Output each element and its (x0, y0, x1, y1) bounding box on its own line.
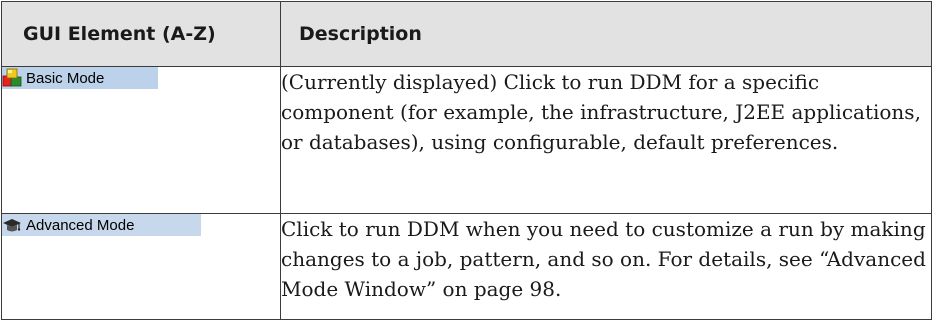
basic-mode-button[interactable]: Basic Mode (2, 67, 158, 89)
advanced-mode-label: Advanced Mode (26, 216, 135, 234)
advanced-mode-button[interactable]: Advanced Mode (2, 214, 201, 236)
description-cell: (Currently displayed) Click to run DDM f… (280, 66, 932, 214)
description-cell: Click to run DDM when you need to custom… (280, 213, 932, 320)
header-description: Description (280, 1, 932, 67)
gui-element-cell: Advanced Mode (1, 213, 281, 320)
graduation-cap-icon (2, 215, 22, 235)
table-row: Advanced Mode Click to run DDM when you … (1, 213, 932, 320)
gui-element-cell: Basic Mode (1, 66, 281, 214)
table-header-row: GUI Element (A-Z) Description (1, 1, 932, 67)
gui-element-table: GUI Element (A-Z) Description Basic Mode (1, 1, 932, 320)
colored-blocks-icon (2, 68, 22, 88)
table-row: Basic Mode (Currently displayed) Click t… (1, 66, 932, 214)
basic-mode-label: Basic Mode (26, 69, 105, 87)
header-gui-element: GUI Element (A-Z) (1, 1, 281, 67)
